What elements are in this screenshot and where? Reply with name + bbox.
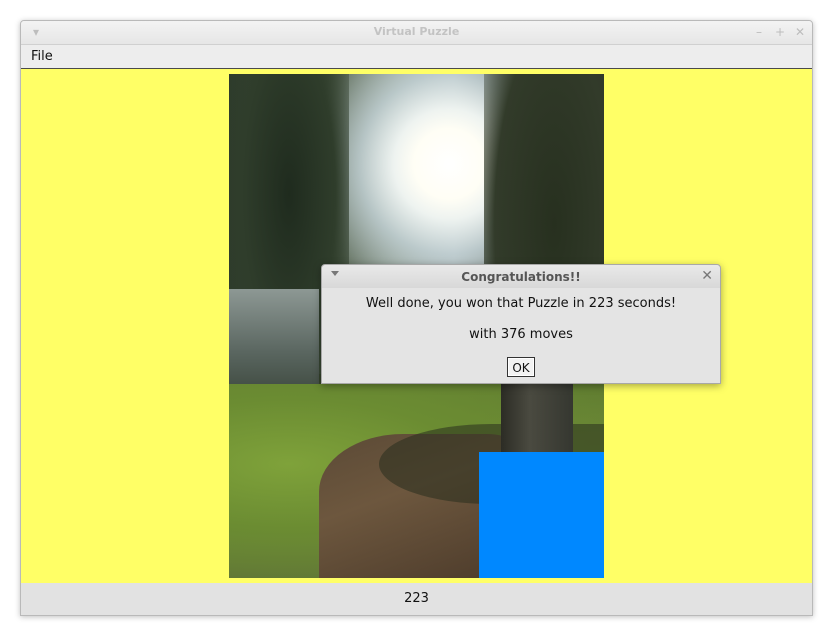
- statusbar: 223: [21, 583, 812, 615]
- moves-message: with 376 moves: [469, 327, 573, 342]
- win-message: Well done, you won that Puzzle in 223 se…: [365, 296, 677, 311]
- dialog-titlebar[interactable]: Congratulations!! ✕: [322, 265, 720, 288]
- dialog-title: Congratulations!!: [461, 270, 581, 284]
- minimize-icon[interactable]: –: [752, 25, 766, 39]
- ok-button[interactable]: OK: [507, 357, 535, 377]
- window-titlebar[interactable]: ▾ Virtual Puzzle – + ✕: [21, 21, 812, 45]
- elapsed-time: 223: [404, 591, 429, 606]
- menubar: File: [21, 45, 812, 69]
- close-icon[interactable]: ✕: [701, 268, 713, 284]
- close-icon[interactable]: ✕: [793, 25, 807, 39]
- photo-tile-region[interactable]: [229, 289, 319, 394]
- window-title: Virtual Puzzle: [373, 25, 460, 38]
- congratulations-dialog: Congratulations!! ✕ Well done, you won t…: [321, 264, 721, 384]
- empty-tile: [479, 452, 604, 578]
- maximize-icon[interactable]: +: [773, 25, 787, 39]
- menu-file[interactable]: File: [31, 49, 53, 64]
